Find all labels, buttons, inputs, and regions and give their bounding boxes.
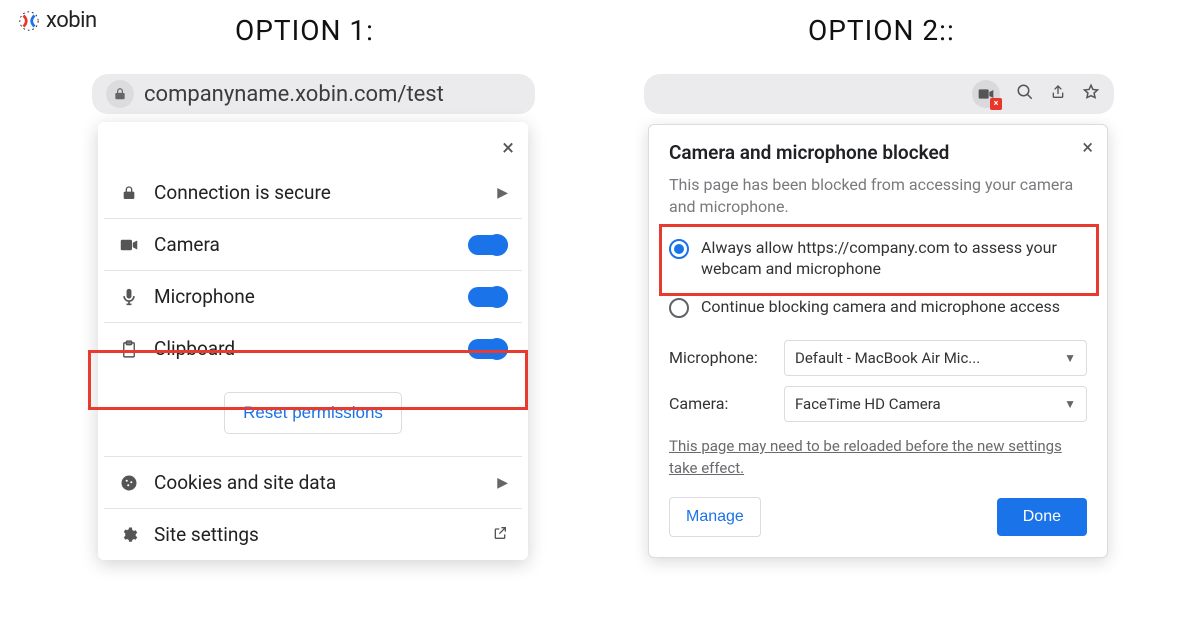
clipboard-icon xyxy=(118,340,140,358)
reset-permissions-button[interactable]: Reset permissions xyxy=(224,392,402,434)
cookies-label: Cookies and site data xyxy=(154,471,483,494)
xobin-logo-mark xyxy=(18,10,40,32)
microphone-select-row: Microphone: Default - MacBook Air Mic...… xyxy=(669,340,1087,376)
reload-note: This page may need to be reloaded before… xyxy=(669,436,1087,480)
radio-continue-blocking[interactable]: Continue blocking camera and microphone … xyxy=(669,292,1087,330)
connection-secure-row[interactable]: Connection is secure ▶ xyxy=(98,167,528,218)
camera-select[interactable]: FaceTime HD Camera ▼ xyxy=(784,386,1087,422)
option1-heading: OPTION 1: xyxy=(235,14,374,47)
address-bar[interactable]: companyname.xobin.com/test xyxy=(92,74,535,114)
microphone-icon xyxy=(118,288,140,306)
option2-panel: × × Camera and microphone blocked This p… xyxy=(644,74,1114,558)
radio-block-label: Continue blocking camera and microphone … xyxy=(701,296,1060,318)
radio-unselected-icon xyxy=(669,298,689,318)
cookie-icon xyxy=(118,474,140,492)
close-icon[interactable]: × xyxy=(1082,135,1093,159)
cookies-row[interactable]: Cookies and site data ▶ xyxy=(98,457,528,508)
share-icon[interactable] xyxy=(1050,83,1066,106)
camera-label: Camera xyxy=(154,233,454,256)
zoom-icon[interactable] xyxy=(1016,83,1034,106)
dialog-title: Camera and microphone blocked xyxy=(669,141,1087,164)
radio-allow-label: Always allow https://company.com to asse… xyxy=(701,237,1087,280)
camera-select-value: FaceTime HD Camera xyxy=(795,395,941,413)
dialog-subtitle: This page has been blocked from accessin… xyxy=(669,174,1087,219)
microphone-select-value: Default - MacBook Air Mic... xyxy=(795,349,980,367)
lock-icon[interactable] xyxy=(106,80,134,108)
close-icon[interactable]: × xyxy=(502,136,514,161)
clipboard-toggle[interactable] xyxy=(468,339,508,359)
chevron-down-icon: ▼ xyxy=(1064,351,1076,365)
camera-blocked-dialog: × Camera and microphone blocked This pag… xyxy=(648,124,1108,558)
browser-toolbar: × xyxy=(644,74,1114,114)
site-settings-row[interactable]: Site settings xyxy=(98,509,528,560)
option1-panel: companyname.xobin.com/test × Connection … xyxy=(92,74,535,560)
site-settings-label: Site settings xyxy=(154,523,478,546)
chevron-right-icon: ▶ xyxy=(497,185,508,201)
camera-icon xyxy=(118,238,140,252)
microphone-toggle[interactable] xyxy=(468,287,508,307)
done-button[interactable]: Done xyxy=(997,498,1087,536)
chevron-right-icon: ▶ xyxy=(497,475,508,491)
option2-heading: OPTION 2:: xyxy=(808,14,955,47)
gear-icon xyxy=(118,526,140,544)
url-text: companyname.xobin.com/test xyxy=(144,82,444,107)
camera-select-row: Camera: FaceTime HD Camera ▼ xyxy=(669,386,1087,422)
xobin-logo: xobin xyxy=(18,8,97,33)
microphone-label: Microphone xyxy=(154,285,454,308)
radio-always-allow[interactable]: Always allow https://company.com to asse… xyxy=(669,233,1087,292)
star-icon[interactable] xyxy=(1082,83,1100,106)
external-link-icon xyxy=(492,523,508,546)
camera-select-label: Camera: xyxy=(669,394,774,413)
camera-toggle[interactable] xyxy=(468,235,508,255)
lock-icon xyxy=(118,185,140,201)
camera-permission-row[interactable]: Camera xyxy=(98,219,528,270)
chevron-down-icon: ▼ xyxy=(1064,397,1076,411)
microphone-permission-row[interactable]: Microphone xyxy=(98,271,528,322)
connection-label: Connection is secure xyxy=(154,181,483,204)
clipboard-permission-row[interactable]: Clipboard xyxy=(98,323,528,374)
radio-selected-icon xyxy=(669,239,689,259)
microphone-select-label: Microphone: xyxy=(669,348,774,367)
manage-button[interactable]: Manage xyxy=(669,497,761,537)
clipboard-label: Clipboard xyxy=(154,337,454,360)
site-permissions-popup: × Connection is secure ▶ Camera Micropho… xyxy=(98,122,528,560)
microphone-select[interactable]: Default - MacBook Air Mic... ▼ xyxy=(784,340,1087,376)
camera-blocked-icon[interactable]: × xyxy=(972,80,1000,108)
xobin-logo-text: xobin xyxy=(46,8,97,33)
blocked-badge-icon: × xyxy=(990,98,1002,110)
